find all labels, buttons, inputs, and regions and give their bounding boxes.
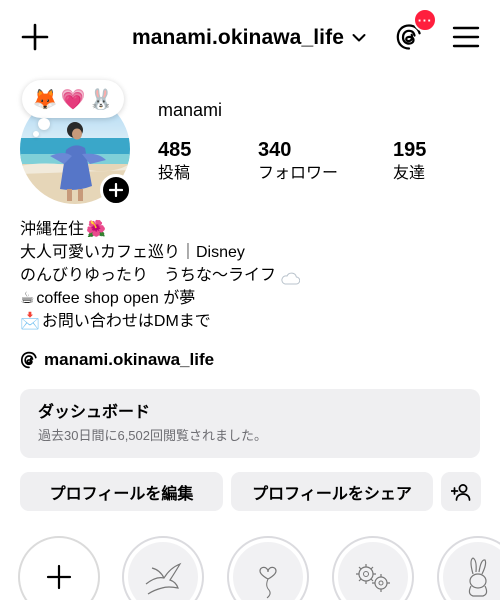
edit-profile-button[interactable]: プロフィールを編集: [20, 472, 223, 511]
discover-people-button[interactable]: [441, 472, 481, 511]
notification-badge[interactable]: ···: [413, 8, 437, 32]
stat-posts[interactable]: 485 投稿: [158, 138, 191, 185]
dashboard-subtitle: 過去30日間に6,502回閲覧されました。: [38, 428, 267, 443]
bio-line-3: のんびりゆったり うちな〜ライフ: [20, 264, 480, 287]
friends-count: 195: [393, 139, 427, 161]
gears-icon: [356, 564, 390, 592]
bio-line-4-text: coffee shop open が夢: [36, 290, 196, 307]
threads-profile-link[interactable]: manami.okinawa_life: [20, 350, 214, 370]
followers-count: 340: [258, 139, 292, 161]
pink-heart-emoji: 💗: [60, 88, 86, 111]
bunny-icon: [468, 557, 488, 597]
add-story-button[interactable]: [100, 174, 132, 206]
coffee-emoji: ☕: [20, 290, 35, 307]
posts-label: 投稿: [158, 165, 191, 182]
story-highlight-1[interactable]: [122, 536, 204, 600]
threads-small-icon: [20, 351, 37, 369]
bio-line-2-text: 大人可愛いカフェ巡り｜Disney: [20, 244, 245, 261]
bio-line-5: 📩 お問い合わせはDMまで: [20, 310, 480, 333]
bio-line-2: 大人可愛いカフェ巡り｜Disney: [20, 241, 480, 264]
note-bubble-tail-small: [33, 131, 39, 137]
story-highlight-4[interactable]: [437, 536, 500, 600]
friends-label: 友達: [393, 165, 426, 182]
plus-icon: [46, 564, 72, 590]
note-bubble-tail: [38, 118, 50, 130]
create-plus-icon[interactable]: [18, 20, 52, 54]
add-person-icon: [451, 483, 471, 501]
threads-link-text[interactable]: manami.okinawa_life: [44, 350, 214, 370]
bio-line-1: 沖縄在住 🌺: [20, 218, 480, 241]
professional-dashboard[interactable]: ダッシュボード 過去30日間に6,502回閲覧されました。: [20, 389, 480, 458]
hamburger-menu-icon[interactable]: [451, 22, 481, 52]
share-profile-button[interactable]: プロフィールをシェア: [231, 472, 433, 511]
chevron-down-icon: [352, 34, 366, 42]
bio-line-3-text: のんびりゆったり うちな〜ライフ: [20, 267, 277, 284]
display-name: manami: [158, 100, 223, 120]
story-highlight-3[interactable]: [332, 536, 414, 600]
bio-line-5-text: お問い合わせはDMまで: [41, 313, 211, 330]
fox-emoji: 🦊: [32, 88, 58, 111]
bio-line-1-text: 沖縄在住: [20, 221, 85, 238]
stat-friends[interactable]: 195 友達: [393, 138, 426, 185]
cloud-icon: [280, 269, 301, 284]
bio-line-4: ☕ coffee shop open が夢: [20, 287, 480, 310]
heart-balloon-icon: [259, 566, 277, 599]
username-title[interactable]: manami.okinawa_life: [132, 26, 344, 50]
followers-label: フォロワー: [258, 165, 339, 182]
profile-note-bubble[interactable]: 🦊 💗 🐰: [22, 80, 124, 118]
posts-count: 485: [158, 139, 192, 161]
account-switcher[interactable]: manami.okinawa_life: [132, 24, 366, 52]
new-highlight-button[interactable]: [18, 536, 100, 600]
dashboard-title: ダッシュボード: [38, 404, 151, 421]
hibiscus-emoji: 🌺: [86, 221, 106, 238]
dove-icon: [145, 562, 182, 595]
story-highlight-2[interactable]: [227, 536, 309, 600]
rabbit-emoji: 🐰: [88, 88, 114, 111]
top-bar: manami.okinawa_life ···: [0, 0, 500, 74]
stat-followers[interactable]: 340 フォロワー: [258, 138, 338, 185]
bio: 沖縄在住 🌺 大人可愛いカフェ巡り｜Disney のんびりゆったり うちな〜ライ…: [20, 218, 480, 333]
envelope-emoji: 📩: [20, 313, 40, 330]
